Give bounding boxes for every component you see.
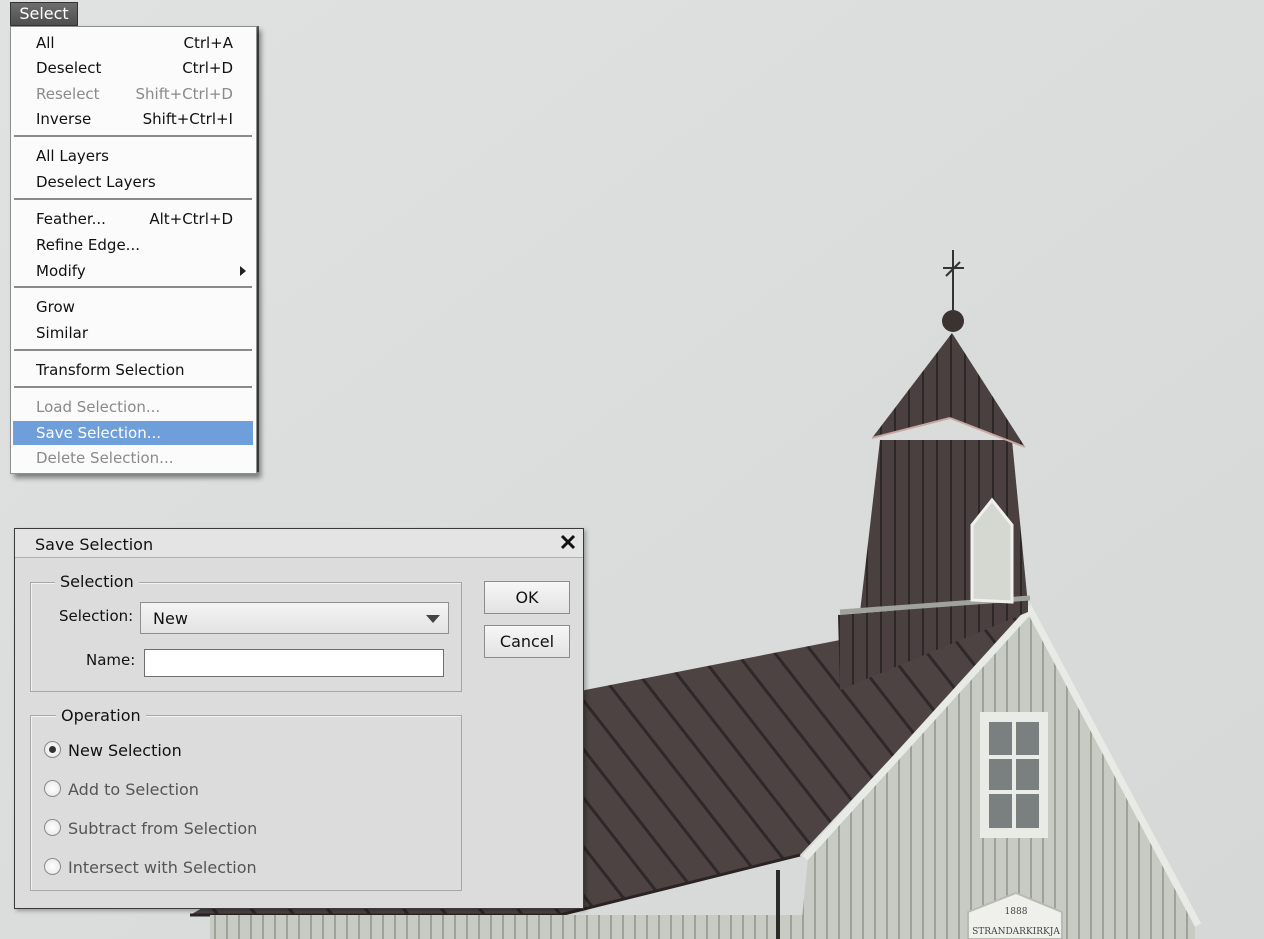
- gable-window: [980, 712, 1048, 838]
- menu-item-inverse[interactable]: Inverse Shift+Ctrl+I: [13, 107, 253, 131]
- menu-item-label: Load Selection...: [36, 398, 161, 416]
- dialog-titlebar: Save Selection: [15, 529, 583, 558]
- menu-separator: [14, 198, 252, 200]
- menu-item-label: Save Selection...: [36, 424, 162, 442]
- ok-button[interactable]: OK: [484, 581, 570, 614]
- radio-add-to-selection[interactable]: [44, 780, 61, 797]
- menu-separator: [14, 349, 252, 351]
- menu-item-label: Grow: [36, 298, 75, 316]
- menu-item-label: All Layers: [36, 147, 110, 165]
- menu-item-deselect[interactable]: Deselect Ctrl+D: [13, 56, 253, 80]
- select-menu-title[interactable]: Select: [10, 2, 78, 26]
- menu-item-delete-selection: Delete Selection...: [13, 446, 253, 470]
- menu-item-load-selection: Load Selection...: [13, 395, 253, 419]
- menu-item-shortcut: Alt+Ctrl+D: [149, 210, 233, 228]
- selection-dropdown-value: New: [153, 609, 188, 628]
- menu-item-label: Similar: [36, 324, 88, 342]
- menu-item-shortcut: Ctrl+A: [183, 34, 233, 52]
- menu-item-shortcut: Shift+Ctrl+D: [135, 85, 233, 103]
- menu-item-label: Refine Edge...: [36, 236, 140, 254]
- menu-item-label: Reselect: [36, 85, 100, 103]
- close-icon[interactable]: [557, 531, 579, 553]
- menu-item-label: Feather...: [36, 210, 106, 228]
- menu-item-label: Delete Selection...: [36, 449, 174, 467]
- menu-item-save-selection[interactable]: Save Selection...: [13, 421, 253, 445]
- menu-item-refine-edge[interactable]: Refine Edge...: [13, 233, 253, 257]
- menu-item-shortcut: Ctrl+D: [182, 59, 233, 77]
- menu-item-label: Deselect: [36, 59, 102, 77]
- radio-new-selection[interactable]: [44, 741, 61, 758]
- menu-item-grow[interactable]: Grow: [13, 295, 253, 319]
- menu-item-deselect-layers[interactable]: Deselect Layers: [13, 170, 253, 194]
- menu-item-all[interactable]: All Ctrl+A: [13, 31, 253, 55]
- selection-group-legend: Selection: [55, 572, 139, 591]
- option-label-add-to-selection: Add to Selection: [68, 780, 199, 799]
- menu-item-feather[interactable]: Feather... Alt+Ctrl+D: [13, 207, 253, 231]
- menu-item-similar[interactable]: Similar: [13, 321, 253, 345]
- menu-item-reselect: Reselect Shift+Ctrl+D: [13, 82, 253, 106]
- menu-item-shortcut: Shift+Ctrl+I: [142, 110, 233, 128]
- menu-item-label: Inverse: [36, 110, 92, 128]
- selection-label: Selection:: [59, 607, 134, 625]
- name-label: Name:: [86, 651, 136, 669]
- save-selection-dialog: Save Selection Selection Selection: New …: [14, 528, 584, 909]
- menu-separator: [14, 135, 252, 137]
- menu-item-all-layers[interactable]: All Layers: [13, 144, 253, 168]
- radio-intersect-with-selection[interactable]: [44, 858, 61, 875]
- sign-year: 1888: [1005, 907, 1028, 917]
- menu-item-modify[interactable]: Modify: [13, 259, 253, 283]
- sign-name: STRANDARKIRKJA: [972, 927, 1060, 937]
- cancel-button[interactable]: Cancel: [484, 625, 570, 658]
- menu-separator: [14, 286, 252, 288]
- selection-dropdown[interactable]: New: [140, 602, 449, 634]
- menu-item-label: Deselect Layers: [36, 173, 156, 191]
- operation-group-legend: Operation: [56, 706, 146, 725]
- option-label-subtract-from-selection: Subtract from Selection: [68, 819, 258, 838]
- submenu-arrow-icon: [240, 266, 246, 276]
- dialog-title: Save Selection: [35, 535, 154, 554]
- chevron-down-icon: [426, 615, 440, 623]
- menu-item-transform-selection[interactable]: Transform Selection: [13, 358, 253, 382]
- option-label-intersect-with-selection: Intersect with Selection: [68, 858, 257, 877]
- name-field[interactable]: [144, 649, 444, 677]
- menu-item-label: All: [36, 34, 55, 52]
- option-label-new-selection: New Selection: [68, 741, 182, 760]
- select-menu: All Ctrl+A Deselect Ctrl+D Reselect Shif…: [10, 26, 257, 474]
- radio-subtract-from-selection[interactable]: [44, 819, 61, 836]
- menu-item-label: Modify: [36, 262, 86, 280]
- menu-separator: [14, 386, 252, 388]
- menu-item-label: Transform Selection: [36, 361, 185, 379]
